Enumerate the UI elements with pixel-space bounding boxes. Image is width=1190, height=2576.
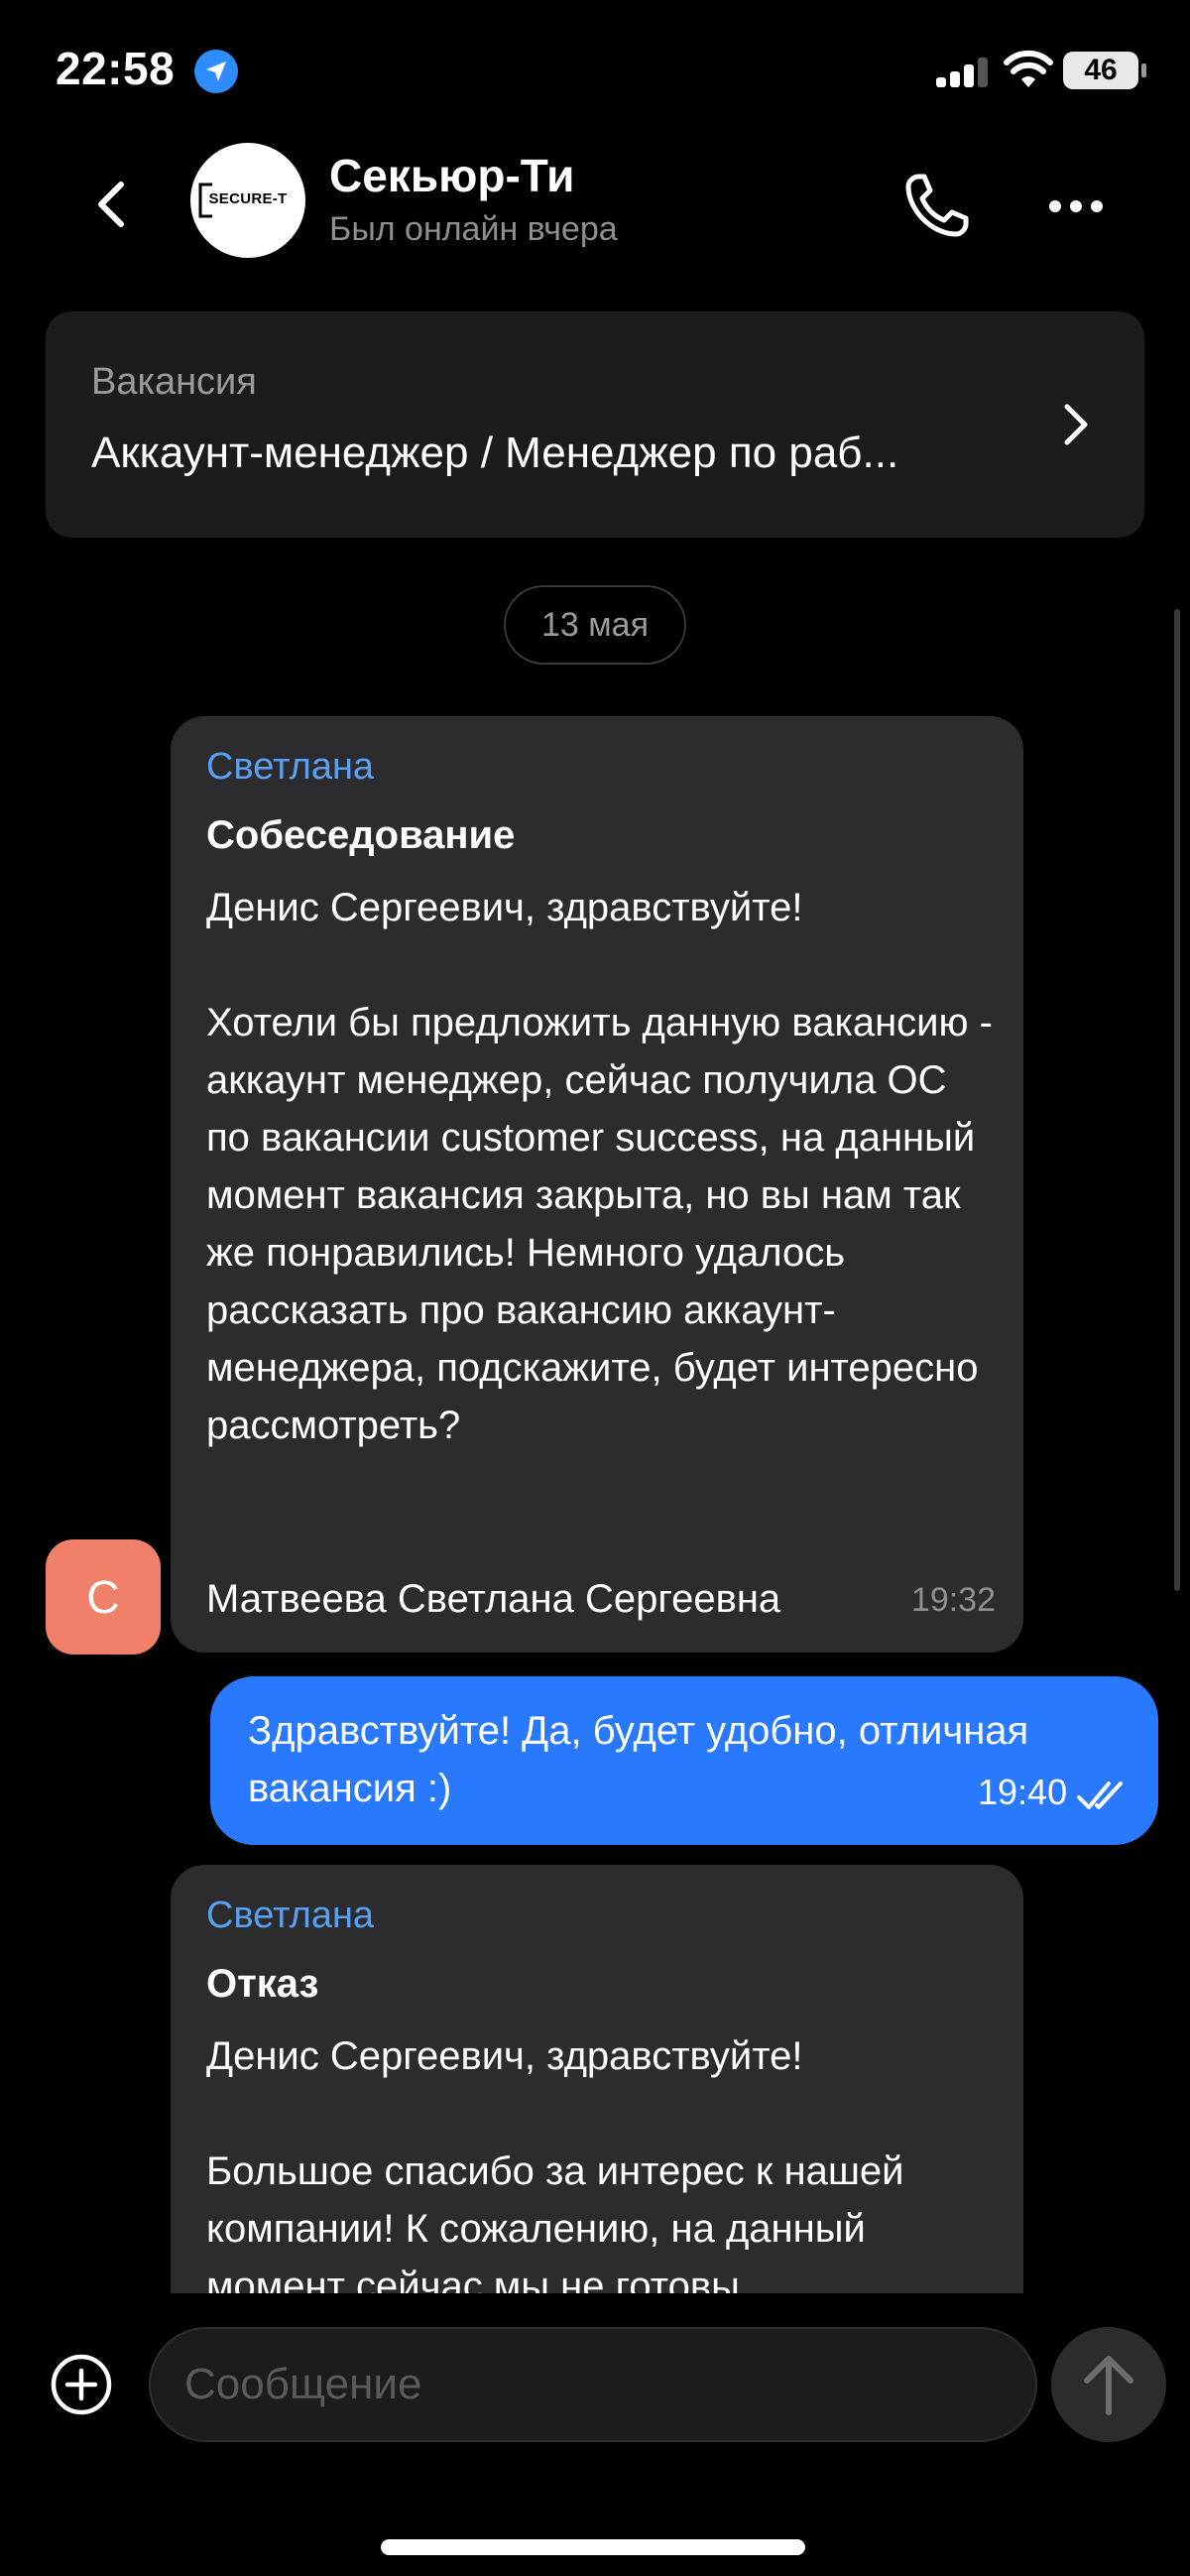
- wifi-icon: [1004, 50, 1053, 89]
- call-button[interactable]: [896, 167, 976, 246]
- incoming-message[interactable]: Светлана Собеседование Денис Сергеевич, …: [171, 716, 1023, 1653]
- status-bar: 22:58 46: [0, 0, 1190, 139]
- outgoing-message[interactable]: Здравствуйте! Да, будет удобно, отличная…: [210, 1676, 1158, 1845]
- vacancy-label: Вакансия: [91, 361, 257, 403]
- more-button[interactable]: [1041, 190, 1111, 220]
- back-button[interactable]: [83, 175, 143, 234]
- contact-status: Был онлайн вчера: [329, 210, 618, 248]
- message-body: Денис Сергеевич, здравствуйте! Хотели бы…: [206, 886, 993, 1447]
- phone-icon: [905, 174, 969, 237]
- double-check-icon: [1077, 1781, 1123, 1809]
- battery-indicator: 46: [1063, 52, 1146, 89]
- plus-circle-icon: [51, 2354, 112, 2415]
- vacancy-card[interactable]: Вакансия Аккаунт-менеджер / Менеджер по …: [46, 311, 1144, 538]
- date-separator: 13 мая: [504, 585, 686, 665]
- sender-name[interactable]: Светлана: [206, 746, 374, 789]
- arrow-up-icon: [1084, 2356, 1133, 2415]
- sender-avatar[interactable]: С: [46, 1539, 161, 1655]
- message-composer: [0, 2293, 1190, 2576]
- contact-name[interactable]: Секьюр-Ти: [329, 149, 574, 202]
- more-dots-icon: [1049, 200, 1061, 212]
- vacancy-title: Аккаунт-менеджер / Менеджер по раб...: [91, 429, 899, 477]
- message-input[interactable]: [149, 2327, 1037, 2442]
- message-signature: Матвеева Светлана Сергеевна: [206, 1577, 781, 1621]
- sender-name[interactable]: Светлана: [206, 1895, 374, 1937]
- chevron-left-icon: [98, 182, 124, 227]
- scrollbar[interactable]: [1174, 609, 1180, 1591]
- cellular-signal-icon: [936, 56, 992, 87]
- message-body: Денис Сергеевич, здравствуйте! Большое с…: [206, 2034, 904, 2308]
- company-avatar[interactable]: SECURE-T: [190, 143, 305, 258]
- location-arrow-icon: [194, 50, 238, 93]
- status-time: 22:58: [56, 43, 176, 94]
- message-subject: Собеседование: [206, 813, 516, 857]
- home-indicator[interactable]: [381, 2539, 805, 2555]
- message-subject: Отказ: [206, 1962, 319, 2006]
- attach-button[interactable]: [50, 2353, 113, 2416]
- message-time: 19:40: [978, 1772, 1068, 1812]
- chat-header: SECURE-T Секьюр-Ти Был онлайн вчера: [0, 139, 1190, 268]
- message-time: 19:32: [910, 1581, 996, 1619]
- send-button[interactable]: [1051, 2327, 1166, 2442]
- chevron-right-icon: [1064, 404, 1088, 445]
- company-logo-text: SECURE-T: [208, 190, 288, 207]
